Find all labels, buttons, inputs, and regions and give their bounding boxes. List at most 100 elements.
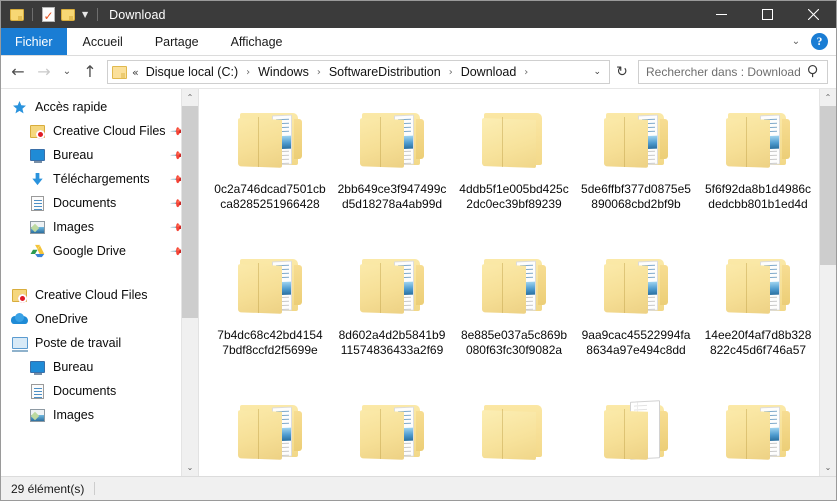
file-tile[interactable]: 8e885e037a5c869b080f63fc30f9082a [455,245,573,385]
file-tile[interactable] [699,391,817,476]
sidebar-item-label: Creative Cloud Files [53,124,166,138]
content-scrollbar[interactable]: ⌃ ⌄ [819,89,836,476]
minimize-button[interactable] [698,1,744,28]
file-name-label: 14ee20f4af7d8b328822c45d6f746a57 [704,328,812,357]
forward-button[interactable]: → [31,59,57,85]
sidebar-item-label: OneDrive [35,312,88,326]
breadcrumb-separator[interactable]: › [312,67,326,78]
sidebar-item-bureau-pc[interactable]: Bureau [1,355,198,379]
file-name-label: 5de6ffbf377d0875e5890068cbd2bf9b [581,182,691,211]
tab-accueil[interactable]: Accueil [67,28,139,55]
google-drive-icon [29,243,46,259]
documents-icon [29,195,46,211]
breadcrumb-separator[interactable]: › [241,67,255,78]
scroll-down-icon[interactable]: ⌄ [182,459,198,476]
search-icon[interactable] [805,61,826,82]
sidebar-item-label: Documents [53,384,117,398]
file-tile[interactable] [211,391,329,476]
breadcrumb-overflow-icon[interactable]: « [131,66,143,79]
help-button[interactable]: ? [811,33,828,50]
file-tile[interactable]: 5f6f92da8b1d4986cdedcbb801b1ed4d [699,99,817,239]
sidebar-item-acces-rapide[interactable]: Accès rapide [1,95,198,119]
sidebar-scrollbar[interactable]: ⌃ ⌄ [181,89,198,476]
expand-ribbon-icon[interactable]: ⌄ [785,36,807,47]
file-tile[interactable]: 14ee20f4af7d8b328822c45d6f746a57 [699,245,817,385]
breadcrumb[interactable]: « Disque local (C:) › Windows › Software… [107,60,610,84]
new-folder-icon[interactable] [58,5,78,25]
breadcrumb-item-disque-local[interactable]: Disque local (C:) [143,63,241,81]
close-button[interactable] [790,1,836,28]
sidebar-item-telechargements[interactable]: Téléchargements 📌 [1,167,198,191]
content-scroll-track[interactable] [820,106,836,459]
sidebar-item-google-drive[interactable]: Google Drive 📌 [1,239,198,263]
item-count-label: 29 élément(s) [11,481,85,496]
file-name-label: 8d602a4d2b5841b911574836433a2f69 [338,328,446,357]
chevron-down-icon[interactable]: ▼ [78,10,92,19]
file-tile[interactable]: 7b4dc68c42bd41547bdf8ccfd2f5699e [211,245,329,385]
folder-icon[interactable] [7,5,27,25]
address-dropdown-icon[interactable]: ⌄ [587,67,607,77]
file-name-label: 5f6f92da8b1d4986cdedcbb801b1ed4d [704,182,812,211]
tab-partage[interactable]: Partage [139,28,215,55]
sidebar-item-bureau[interactable]: Bureau 📌 [1,143,198,167]
sidebar-scroll-thumb[interactable] [182,106,198,318]
breadcrumb-item-windows[interactable]: Windows [255,63,312,81]
file-list-view[interactable]: 0c2a746dcad7501cbca8285251966428 2bb649ce… [199,89,836,476]
properties-icon[interactable]: ✓ [38,5,58,25]
breadcrumb-separator[interactable]: › [444,67,458,78]
back-button[interactable]: ← [5,59,31,85]
scroll-down-icon[interactable]: ⌄ [820,459,836,476]
breadcrumb-item-softwaredistribution[interactable]: SoftwareDistribution [326,63,444,81]
file-tile[interactable]: 8d602a4d2b5841b911574836433a2f69 [333,245,451,385]
file-name-label: 7b4dc68c42bd41547bdf8ccfd2f5699e [217,328,323,357]
sidebar-item-label: Images [53,220,94,234]
file-tile[interactable] [577,391,695,476]
file-tile[interactable]: 2bb649ce3f947499cd5d18278a4ab99d [333,99,451,239]
tab-fichier[interactable]: Fichier [1,28,67,55]
sidebar-item-documents-pc[interactable]: Documents [1,379,198,403]
breadcrumb-separator[interactable]: › [519,67,533,78]
sidebar-item-onedrive[interactable]: OneDrive [1,307,198,331]
file-tile[interactable]: 4ddb5f1e005bd425c2dc0ec39bf89239 [455,99,573,239]
maximize-button[interactable] [744,1,790,28]
onedrive-icon [11,311,28,327]
folder-with-documents-icon [352,105,432,175]
recent-locations-button[interactable]: ⌄ [57,59,77,85]
sidebar-item-label: Creative Cloud Files [35,288,148,302]
folder-with-documents-icon [230,251,310,321]
sidebar-item-label: Google Drive [53,244,126,258]
window-title: Download [109,7,166,22]
folder-plain-icon [474,105,554,175]
sidebar-item-creative-cloud-files[interactable]: Creative Cloud Files 📌 [1,119,198,143]
file-tile[interactable] [455,391,573,476]
content-scroll-thumb[interactable] [820,106,836,265]
folder-with-documents-icon [718,105,798,175]
star-icon [11,99,28,115]
sidebar-item-creative-cloud-files-root[interactable]: Creative Cloud Files [1,283,198,307]
file-tile[interactable]: 0c2a746dcad7501cbca8285251966428 [211,99,329,239]
status-bar: 29 élément(s) [1,476,836,500]
up-button[interactable]: ↑ [77,59,103,85]
tab-affichage[interactable]: Affichage [215,28,299,55]
pictures-icon [29,219,46,235]
search-input[interactable]: Rechercher dans : Download [646,65,809,79]
folder-icon [112,65,127,79]
refresh-button[interactable]: ↻ [610,60,634,84]
sidebar-item-poste-de-travail[interactable]: Poste de travail [1,331,198,355]
scroll-up-icon[interactable]: ⌃ [820,89,836,106]
sidebar-item-documents[interactable]: Documents 📌 [1,191,198,215]
file-tile[interactable]: 5de6ffbf377d0875e5890068cbd2bf9b [577,99,695,239]
folder-with-documents-icon [718,397,798,467]
folder-with-documents-icon [718,251,798,321]
navigation-list: Accès rapide Creative Cloud Files 📌 Bure… [1,89,198,427]
search-box[interactable]: Rechercher dans : Download [638,60,828,84]
scroll-up-icon[interactable]: ⌃ [182,89,198,106]
sidebar-item-images-pc[interactable]: Images [1,403,198,427]
sidebar-item-images[interactable]: Images 📌 [1,215,198,239]
sidebar-scroll-track[interactable] [182,106,198,459]
desktop-icon [29,147,46,163]
explorer-body: Accès rapide Creative Cloud Files 📌 Bure… [1,88,836,476]
breadcrumb-item-download[interactable]: Download [458,63,520,81]
file-tile[interactable] [333,391,451,476]
file-tile[interactable]: 9aa9cac45522994fa8634a97e494c8dd [577,245,695,385]
